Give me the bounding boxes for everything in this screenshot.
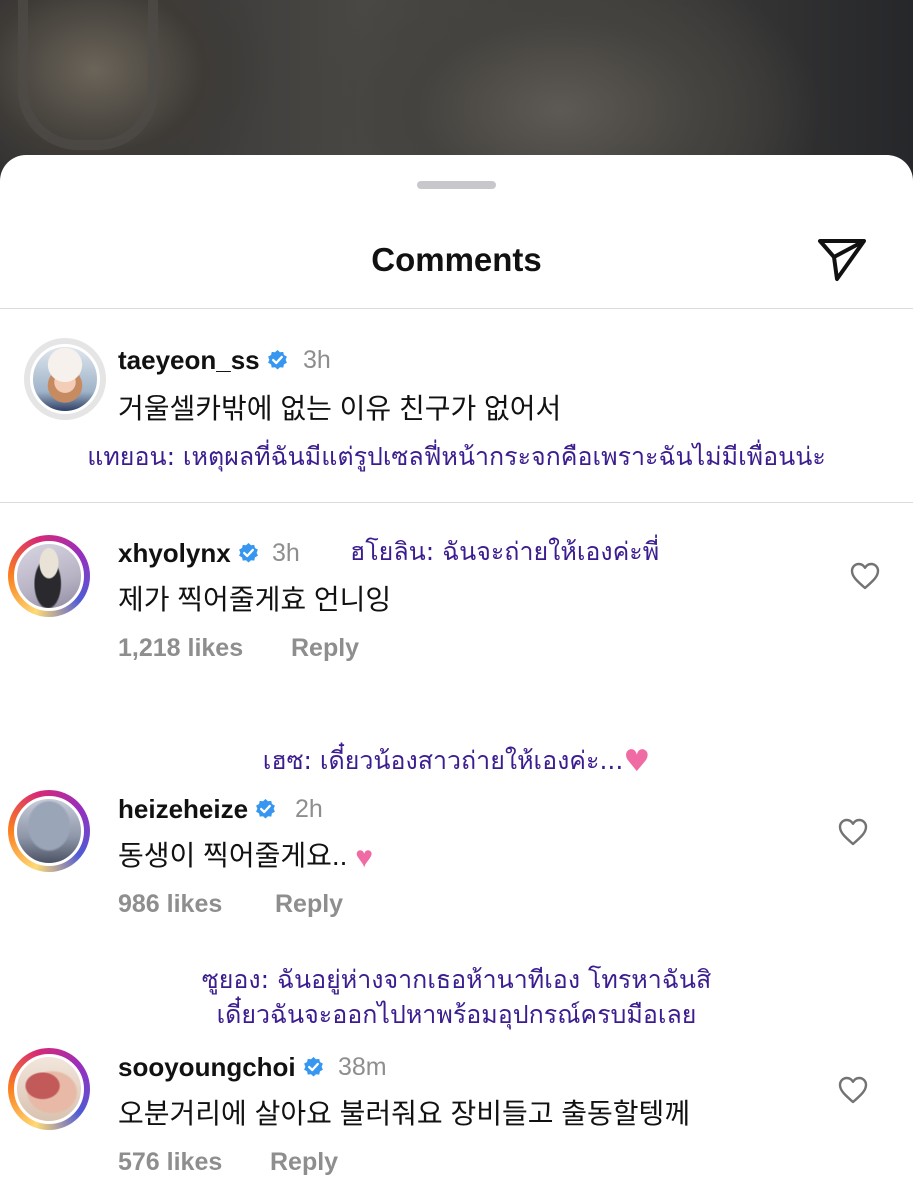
comment-time: 3h bbox=[272, 539, 300, 567]
verified-icon bbox=[303, 1056, 323, 1077]
avatar[interactable] bbox=[8, 535, 90, 617]
username-text[interactable]: sooyoungchoi bbox=[118, 1052, 296, 1082]
comment-text: 제가 찍어줄게효 언니잉 bbox=[118, 584, 392, 615]
username-text[interactable]: xhyolynx bbox=[118, 538, 231, 568]
pink-heart-emoji: ♥ bbox=[623, 744, 651, 779]
pink-heart-emoji: ♥ bbox=[355, 841, 374, 874]
comment-translation: ซูยอง: ฉันอยู่ห่างจากเธอห้านาทีเอง โทรหา… bbox=[201, 965, 712, 994]
comment-translation: เฮซ: เดี๋ยวน้องสาวถ่ายให้เองค่ะ...♥ bbox=[0, 741, 913, 781]
comment-username[interactable]: heizeheize bbox=[118, 794, 277, 825]
comment-username[interactable]: sooyoungchoi bbox=[118, 1052, 325, 1083]
comment-time: 2h bbox=[295, 795, 323, 823]
heart-icon[interactable] bbox=[850, 562, 880, 590]
comment-text: 동생이 찍어줄게요.. ♥ bbox=[118, 834, 373, 875]
comment-text-content: 동생이 찍어줄게요.. bbox=[118, 840, 348, 871]
avatar[interactable] bbox=[24, 338, 106, 420]
caption-translation: แทยอน: เหตุผลที่ฉันมีแต่รูปเซลฟี่หน้ากระ… bbox=[87, 442, 826, 471]
comment-text: 오분거리에 살아요 불러줘요 장비들고 출동할텡께 bbox=[118, 1098, 691, 1129]
comments-sheet: Comments bbox=[0, 155, 913, 1200]
reply-button[interactable]: Reply bbox=[270, 1148, 338, 1177]
comment-username[interactable]: xhyolynx bbox=[118, 538, 260, 569]
avatar[interactable] bbox=[8, 1048, 90, 1130]
comment-translation-text: เฮซ: เดี๋ยวน้องสาวถ่ายให้เองค่ะ... bbox=[262, 746, 624, 775]
caption-username[interactable]: taeyeon_ss bbox=[118, 345, 289, 376]
caption-divider bbox=[0, 502, 913, 503]
username-text[interactable]: heizeheize bbox=[118, 794, 248, 824]
verified-icon bbox=[267, 349, 287, 370]
page-title: Comments bbox=[371, 241, 542, 278]
comment-translation: ฮโยลิน: ฉันจะถ่ายให้เองค่ะพี่ bbox=[350, 537, 660, 566]
reply-button[interactable]: Reply bbox=[275, 890, 343, 919]
reply-button[interactable]: Reply bbox=[291, 634, 359, 663]
like-count[interactable]: 986 likes bbox=[118, 890, 222, 919]
caption-text: 거울셀카밖에 없는 이유 친구가 없어서 bbox=[118, 393, 562, 424]
avatar[interactable] bbox=[8, 790, 90, 872]
like-count[interactable]: 576 likes bbox=[118, 1148, 222, 1177]
verified-icon bbox=[238, 542, 258, 563]
username-text[interactable]: taeyeon_ss bbox=[118, 345, 260, 375]
send-icon[interactable] bbox=[815, 235, 869, 283]
heart-icon[interactable] bbox=[838, 1076, 868, 1104]
heart-icon[interactable] bbox=[838, 818, 868, 846]
header-divider bbox=[0, 308, 913, 309]
comment-translation: เดี๋ยวฉันจะออกไปหาพร้อมอุปกรณ์ครบมือเลย bbox=[216, 1000, 697, 1029]
like-count[interactable]: 1,218 likes bbox=[118, 634, 243, 663]
drag-handle[interactable] bbox=[417, 181, 496, 189]
verified-icon bbox=[256, 798, 275, 819]
comment-time: 38m bbox=[338, 1053, 387, 1081]
background-object bbox=[18, 0, 158, 150]
caption-time: 3h bbox=[303, 346, 331, 374]
